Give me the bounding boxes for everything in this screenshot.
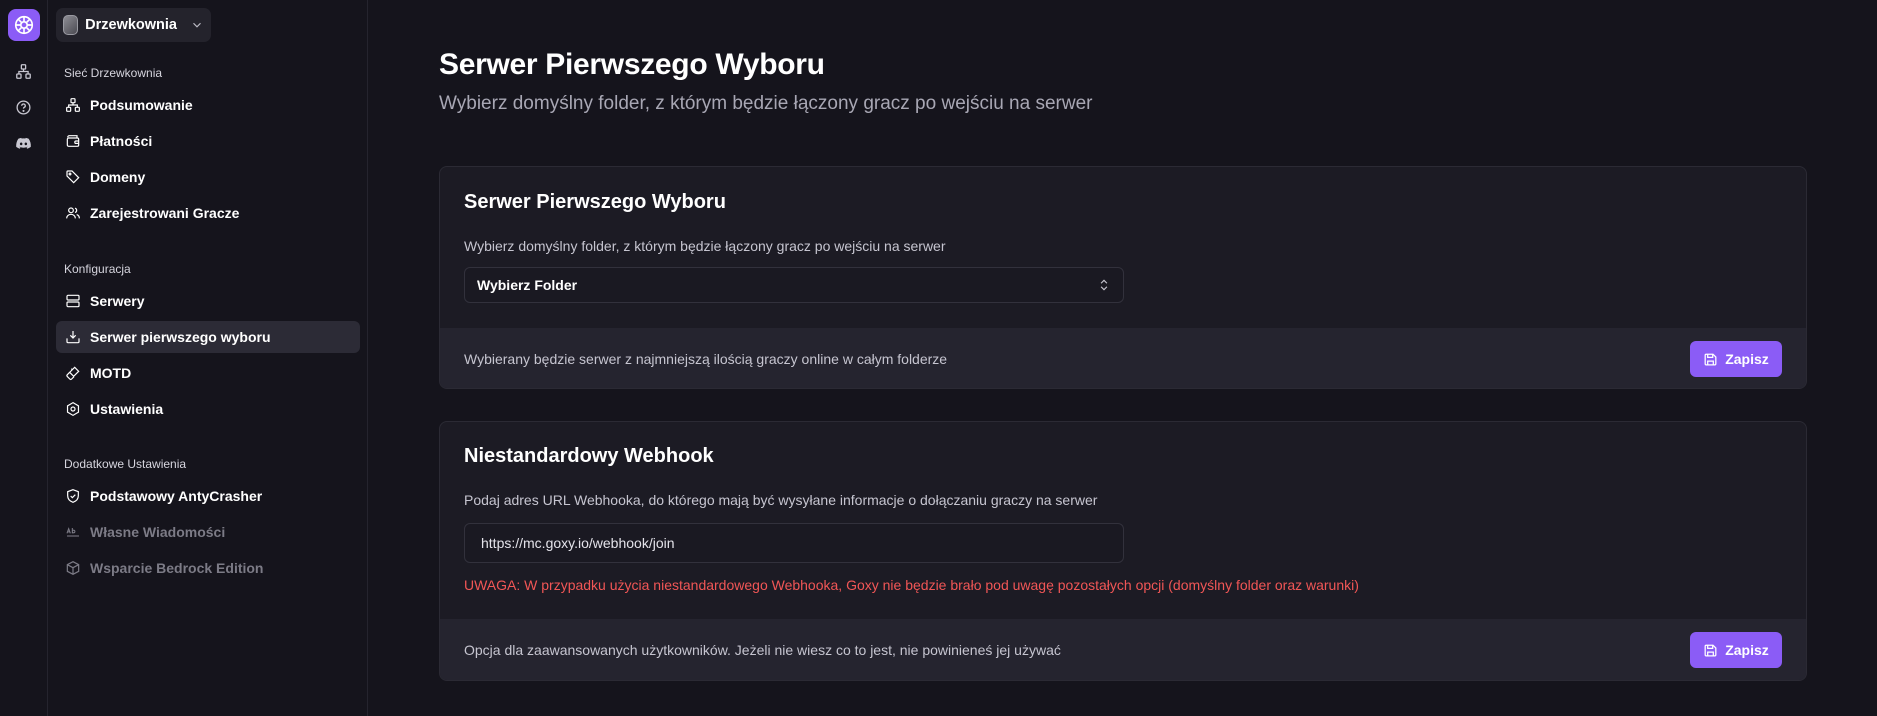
card-title: Serwer Pierwszego Wyboru [464,191,726,213]
save-button-label: Zapisz [1725,642,1769,658]
app-logo-icon[interactable] [7,9,40,41]
webhook-card: Niestandardowy Webhook Podaj adres URL W… [439,421,1807,681]
save-button[interactable]: Zapisz [1690,632,1782,668]
section-label-configuration: Konfiguracja [64,262,131,276]
sidebar: Drzewkownia Sieć Drzewkownia Podsumowani… [48,0,368,716]
folder-select-value: Wybierz Folder [477,277,578,293]
ab-text-icon [65,524,81,540]
card-footer: Wybierany będzie serwer z najmniejszą il… [440,328,1806,388]
cube-icon [65,560,81,576]
sidebar-item-payments[interactable]: Płatności [56,125,360,157]
chevron-down-icon [190,18,204,32]
sidebar-item-servers[interactable]: Serwery [56,285,360,317]
org-avatar [63,15,79,35]
wallet-icon [65,133,81,149]
card-description: Podaj adres URL Webhooka, do którego maj… [464,492,1098,508]
page-title: Serwer Pierwszego Wyboru [439,48,825,81]
sidebar-item-label: Serwer pierwszego wyboru [90,329,271,345]
footer-text: Wybierany będzie serwer z najmniejszą il… [464,351,948,367]
org-name: Drzewkownia [85,17,177,33]
save-button-label: Zapisz [1725,351,1769,367]
sidebar-item-label: Ustawienia [90,401,164,417]
help-icon[interactable] [8,91,40,123]
shield-check-icon [65,488,81,504]
main-content: Serwer Pierwszego Wyboru Wybierz domyśln… [368,0,1877,716]
card-footer: Opcja dla zaawansowanych użytkowników. J… [440,619,1806,680]
sidebar-item-motd[interactable]: MOTD [56,357,360,389]
sidebar-item-label: Domeny [90,169,146,185]
sidebar-item-bedrock-support[interactable]: Wsparcie Bedrock Edition [56,552,360,584]
footer-text: Opcja dla zaawansowanych użytkowników. J… [464,642,1061,658]
users-icon [65,205,81,221]
sidebar-item-first-choice-server[interactable]: Serwer pierwszego wyboru [56,321,360,353]
icon-rail [0,0,48,716]
webhook-url-input[interactable] [464,523,1124,563]
settings-hex-icon [65,401,81,417]
brush-icon [65,365,81,381]
network-icon [65,97,81,113]
sidebar-item-anticrasher[interactable]: Podstawowy AntyCrasher [56,480,360,512]
org-switcher[interactable]: Drzewkownia [56,8,211,42]
sidebar-item-label: Własne Wiadomości [90,524,226,540]
server-icon [65,293,81,309]
chevron-up-down-icon [1097,278,1111,292]
default-server-card: Serwer Pierwszego Wyboru Wybierz domyśln… [439,166,1807,389]
card-description: Wybierz domyślny folder, z którym będzie… [464,238,946,254]
page-subtitle: Wybierz domyślny folder, z którym będzie… [439,93,1093,114]
network-icon[interactable] [8,55,40,87]
sidebar-item-label: Serwery [90,293,145,309]
sidebar-item-settings[interactable]: Ustawienia [56,393,360,425]
tag-icon [65,169,81,185]
sidebar-item-label: Wsparcie Bedrock Edition [90,560,264,576]
card-title: Niestandardowy Webhook [464,445,714,467]
sidebar-item-label: Podsumowanie [90,97,193,113]
sidebar-item-summary[interactable]: Podsumowanie [56,89,360,121]
sidebar-item-label: Podstawowy AntyCrasher [90,488,263,504]
sidebar-item-registered-players[interactable]: Zarejestrowani Gracze [56,197,360,229]
sidebar-item-label: Płatności [90,133,153,149]
sidebar-item-custom-messages[interactable]: Własne Wiadomości [56,516,360,548]
section-label-additional-settings: Dodatkowe Ustawienia [64,457,187,471]
webhook-warning: UWAGA: W przypadku użycia niestandardowe… [464,577,1359,593]
save-icon [1703,352,1718,367]
folder-select[interactable]: Wybierz Folder [464,267,1124,303]
save-button[interactable]: Zapisz [1690,341,1782,377]
sidebar-item-domains[interactable]: Domeny [56,161,360,193]
sidebar-item-label: Zarejestrowani Gracze [90,205,240,221]
section-label-network: Sieć Drzewkownia [64,66,163,80]
discord-icon[interactable] [8,127,40,159]
save-icon [1703,643,1718,658]
sidebar-item-label: MOTD [90,365,132,381]
download-tray-icon [65,329,81,345]
